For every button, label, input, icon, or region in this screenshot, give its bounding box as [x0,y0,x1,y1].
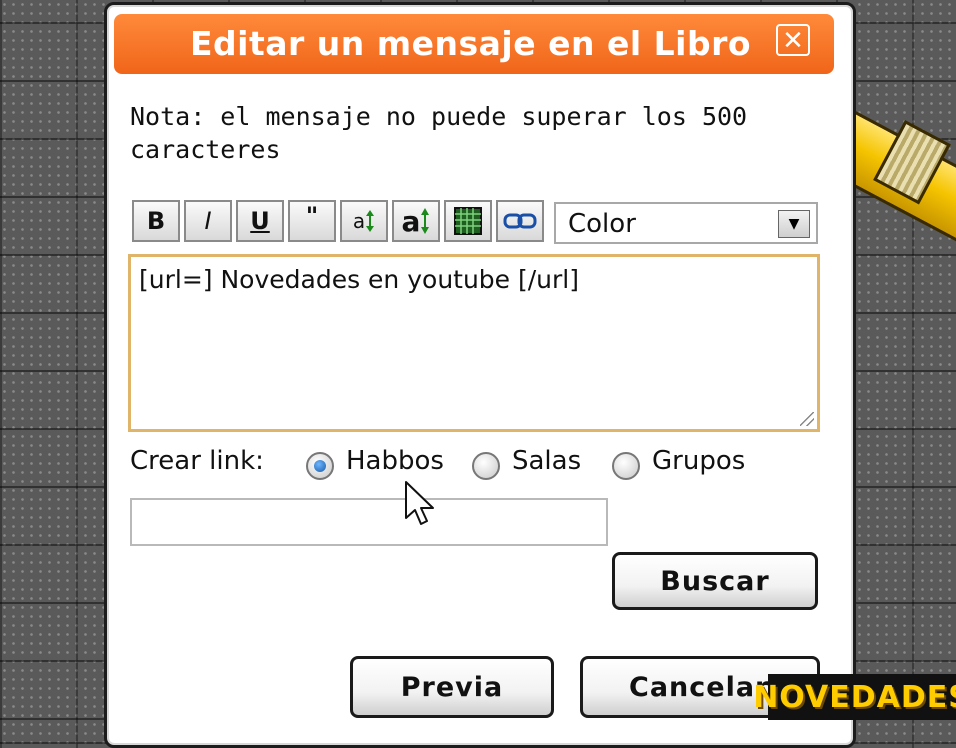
table-grid-button[interactable] [444,200,492,242]
italic-icon: I [204,207,212,235]
create-link-label: Crear link: [130,446,264,476]
link-search-input[interactable] [130,498,608,546]
italic-button[interactable]: I [184,200,232,242]
quote-icon: " [305,202,319,230]
radio-grupos-label: Grupos [652,446,746,476]
chain-link-icon [503,213,537,229]
bold-button[interactable]: B [132,200,180,242]
chevron-down-icon[interactable]: ▼ [778,210,810,238]
message-text: [url=] Novedades en youtube [/url] [139,265,580,294]
font-bigger-glyph: a [401,204,421,238]
grid-icon [454,207,482,235]
font-smaller-glyph: a [352,209,366,233]
radio-salas[interactable] [472,452,500,480]
shrink-arrows-icon [366,210,375,232]
radio-habbos-label: Habbos [346,446,444,476]
color-select-value: Color [568,209,636,239]
search-button-label: Buscar [660,565,770,597]
quote-button[interactable]: " [288,200,336,242]
font-smaller-icon: a [353,209,375,233]
font-smaller-button[interactable]: a [340,200,388,242]
underline-button[interactable]: U [236,200,284,242]
resize-handle-icon[interactable] [800,412,814,426]
font-bigger-icon: a [402,205,431,238]
cancel-button-label: Cancelar [629,671,770,703]
font-bigger-button[interactable]: a [392,200,440,242]
mouse-cursor-icon [405,481,434,525]
underline-icon: U [250,207,270,235]
character-limit-note: Nota: el mensaje no puede superar los 50… [130,102,748,164]
link-button[interactable] [496,200,544,242]
radio-grupos[interactable] [612,452,640,480]
preview-button-label: Previa [400,671,504,703]
close-button[interactable]: ✕ [776,24,810,56]
radio-habbos[interactable] [306,452,334,480]
grow-arrows-icon [421,208,430,234]
color-select[interactable]: Color ▼ [554,202,818,244]
message-textarea[interactable]: [url=] Novedades en youtube [/url] [128,254,820,432]
close-icon: ✕ [782,26,804,56]
preview-button[interactable]: Previa [350,656,554,718]
dialog-title: Editar un mensaje en el Libro [190,24,752,63]
radio-salas-label: Salas [512,446,582,476]
bold-icon: B [146,207,166,235]
novedades-watermark: NOVEDADES [753,674,956,720]
search-button[interactable]: Buscar [612,552,818,610]
